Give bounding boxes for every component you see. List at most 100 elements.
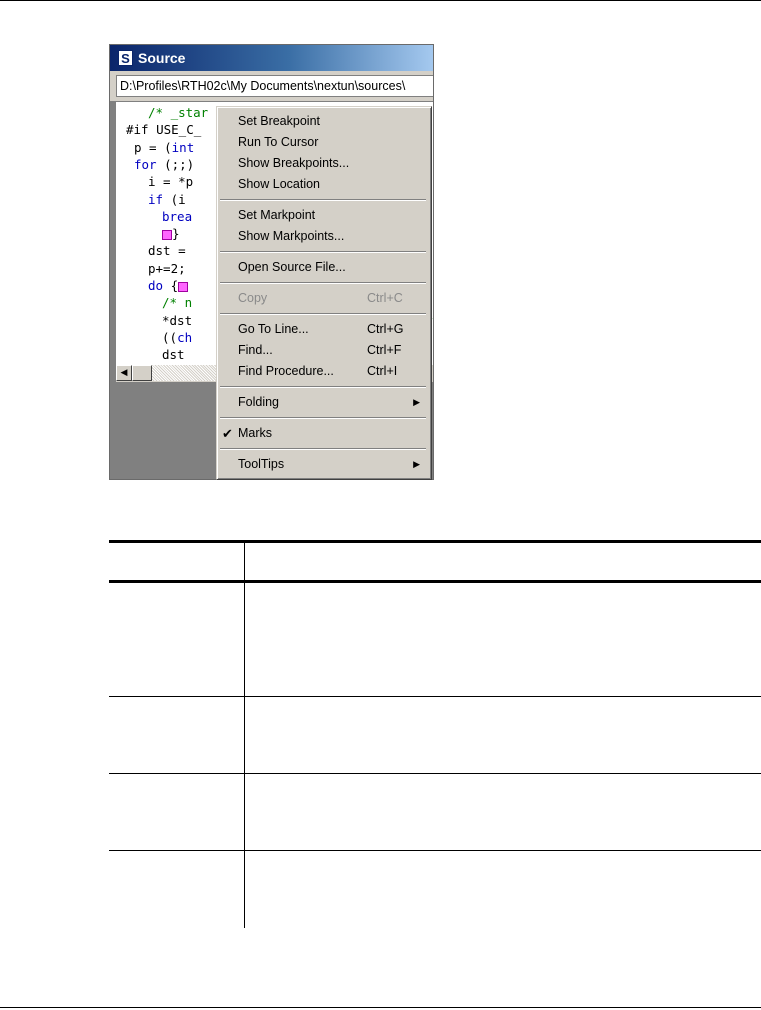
code-line[interactable]: } xyxy=(162,226,180,241)
code-line[interactable]: p+=2; xyxy=(148,261,186,276)
table-row-rule xyxy=(109,696,761,697)
menu-item-label: Find... xyxy=(238,343,273,357)
code-line[interactable]: brea xyxy=(162,209,192,224)
table-row-rule xyxy=(109,773,761,774)
path-bar: D:\Profiles\RTH02c\My Documents\nextun\s… xyxy=(110,71,433,101)
menu-item-folding[interactable]: Folding ▶ xyxy=(220,392,426,413)
scroll-left-icon[interactable]: ◀ xyxy=(116,365,132,381)
menu-item-set-markpoint[interactable]: Set Markpoint xyxy=(220,205,426,226)
menu-item-label: ToolTips xyxy=(238,457,285,471)
code-token: do xyxy=(148,278,164,293)
code-token: #if USE_C_ xyxy=(126,122,202,138)
code-line[interactable]: do { xyxy=(148,278,189,293)
source-window-title: Source xyxy=(138,50,186,66)
code-token: dst xyxy=(162,347,185,363)
menu-separator xyxy=(220,313,426,315)
code-token: * xyxy=(432,295,433,310)
context-menu: Set Breakpoint Run To Cursor Show Breakpoi… xyxy=(216,106,432,480)
menu-item-shortcut: Ctrl+F xyxy=(367,343,402,357)
submenu-arrow-icon: ▶ xyxy=(413,459,420,469)
menu-item-open-source-file[interactable]: Open Source File... xyxy=(220,257,426,278)
code-token: i = *p xyxy=(148,174,194,190)
menu-separator xyxy=(220,386,426,388)
menu-item-find-procedure[interactable]: Find Procedure... Ctrl+I xyxy=(220,361,426,382)
code-token: c xyxy=(432,140,433,155)
code-line[interactable]: /* _star xyxy=(148,105,208,120)
table-column-divider xyxy=(244,542,245,928)
menu-item-show-breakpoints[interactable]: Show Breakpoints... xyxy=(220,153,426,174)
page-top-rule xyxy=(0,0,761,1)
menu-item-shortcut: Ctrl+I xyxy=(367,364,398,378)
menu-separator xyxy=(220,448,426,450)
code-line[interactable]: p = (int xyxy=(134,140,194,155)
markpoint-icon[interactable] xyxy=(162,229,172,240)
code-line[interactable]: for (;;) xyxy=(134,157,194,172)
code-token: p = ( xyxy=(134,139,172,155)
code-token: y xyxy=(432,313,433,328)
code-token: (( xyxy=(162,329,178,345)
menu-separator xyxy=(220,251,426,253)
code-token: if xyxy=(148,191,164,207)
code-token: { xyxy=(163,278,179,293)
menu-item-label: Show Breakpoints... xyxy=(238,156,350,170)
page-bottom-rule xyxy=(0,1007,761,1008)
code-token: p+=2; xyxy=(148,260,186,276)
code-token: /* _star xyxy=(148,105,209,120)
source-window-icon: S xyxy=(118,50,133,66)
menu-separator xyxy=(220,417,426,419)
code-line[interactable]: /* n xyxy=(162,295,192,310)
menu-item-label: Find Procedure... xyxy=(238,364,334,378)
menu-item-label: Set Markpoint xyxy=(238,208,316,222)
menu-item-label: Show Location xyxy=(238,177,321,191)
code-token: (i xyxy=(163,191,186,207)
code-token: n xyxy=(432,243,433,258)
code-line[interactable]: if (i xyxy=(148,192,186,207)
menu-item-shortcut: Ctrl+G xyxy=(367,322,404,336)
menu-item-label: Copy xyxy=(238,291,268,305)
menu-item-label: Marks xyxy=(238,426,273,440)
code-line[interactable]: #if USE_C_ xyxy=(126,122,201,137)
code-token: (;;) xyxy=(156,156,195,172)
code-token: for xyxy=(134,156,157,172)
menu-item-shortcut: Ctrl+C xyxy=(367,291,403,305)
menu-item-label: Open Source File... xyxy=(238,260,346,274)
code-token: - xyxy=(432,105,433,120)
submenu-arrow-icon: ▶ xyxy=(413,397,420,407)
menu-item-show-markpoints[interactable]: Show Markpoints... xyxy=(220,226,426,247)
table-header-rule xyxy=(109,580,761,583)
source-window-titlebar[interactable]: S Source xyxy=(110,45,433,71)
code-token: /* n xyxy=(162,295,193,311)
table-row-rule xyxy=(109,850,761,851)
menu-item-marks[interactable]: ✔ Marks xyxy=(220,423,426,444)
code-token: *dst xyxy=(162,312,193,328)
markpoint-icon[interactable] xyxy=(178,281,189,292)
menu-item-label: Set Breakpoint xyxy=(238,114,320,128)
scroll-thumb[interactable] xyxy=(132,365,152,381)
table-top-rule xyxy=(109,540,761,543)
menu-item-label: Run To Cursor xyxy=(238,135,319,149)
menu-item-find[interactable]: Find... Ctrl+F xyxy=(220,340,426,361)
menu-item-set-breakpoint[interactable]: Set Breakpoint xyxy=(220,111,426,132)
menu-item-label: Show Markpoints... xyxy=(238,229,345,243)
menu-item-tooltips[interactable]: ToolTips ▶ xyxy=(220,454,426,475)
menu-item-label: Folding xyxy=(238,395,279,409)
menu-separator xyxy=(220,199,426,201)
code-token: } xyxy=(172,226,180,242)
menu-item-label: Go To Line... xyxy=(238,322,309,336)
menu-item-run-to-cursor[interactable]: Run To Cursor xyxy=(220,132,426,153)
menu-item-go-to-line[interactable]: Go To Line... Ctrl+G xyxy=(220,319,426,340)
menu-separator xyxy=(220,282,426,284)
code-line[interactable]: dst xyxy=(162,347,185,362)
code-token: dst = xyxy=(148,243,194,259)
code-line[interactable]: i = *p xyxy=(148,174,193,189)
source-path-field[interactable]: D:\Profiles\RTH02c\My Documents\nextun\s… xyxy=(116,75,433,97)
checkmark-icon: ✔ xyxy=(222,426,233,441)
menu-item-show-location[interactable]: Show Location xyxy=(220,174,426,195)
code-token: brea xyxy=(162,208,193,224)
code-line[interactable]: ((ch xyxy=(162,330,192,345)
code-line[interactable]: *dst xyxy=(162,313,192,328)
code-line[interactable]: dst = xyxy=(148,243,193,258)
code-token: int xyxy=(171,139,195,155)
code-token: l xyxy=(432,122,433,137)
menu-item-copy: Copy Ctrl+C xyxy=(220,288,426,309)
